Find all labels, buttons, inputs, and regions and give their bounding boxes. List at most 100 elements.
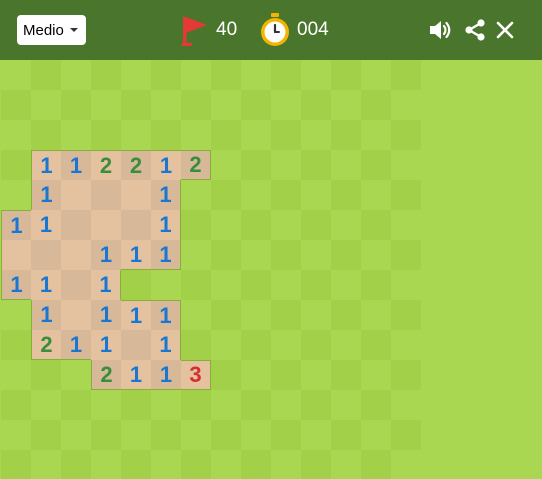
covered-cell[interactable] xyxy=(151,450,181,479)
covered-cell[interactable] xyxy=(331,330,361,360)
covered-cell[interactable] xyxy=(361,120,391,150)
covered-cell[interactable] xyxy=(301,330,331,360)
covered-cell[interactable] xyxy=(361,300,391,330)
covered-cell[interactable] xyxy=(271,390,301,420)
covered-cell[interactable] xyxy=(61,420,91,450)
covered-cell[interactable] xyxy=(151,390,181,420)
covered-cell[interactable] xyxy=(181,390,211,420)
covered-cell[interactable] xyxy=(271,90,301,120)
covered-cell[interactable] xyxy=(211,180,241,210)
covered-cell[interactable] xyxy=(1,300,31,330)
covered-cell[interactable] xyxy=(91,90,121,120)
covered-cell[interactable] xyxy=(151,60,181,90)
covered-cell[interactable] xyxy=(181,330,211,360)
covered-cell[interactable] xyxy=(31,90,61,120)
covered-cell[interactable] xyxy=(181,210,211,240)
covered-cell[interactable] xyxy=(1,420,31,450)
covered-cell[interactable] xyxy=(181,240,211,270)
covered-cell[interactable] xyxy=(361,390,391,420)
covered-cell[interactable] xyxy=(271,450,301,479)
covered-cell[interactable] xyxy=(271,180,301,210)
covered-cell[interactable] xyxy=(241,90,271,120)
covered-cell[interactable] xyxy=(331,90,361,120)
covered-cell[interactable] xyxy=(361,90,391,120)
covered-cell[interactable] xyxy=(211,150,241,180)
covered-cell[interactable] xyxy=(361,240,391,270)
covered-cell[interactable] xyxy=(121,60,151,90)
covered-cell[interactable] xyxy=(211,420,241,450)
covered-cell[interactable] xyxy=(1,390,31,420)
covered-cell[interactable] xyxy=(211,60,241,90)
covered-cell[interactable] xyxy=(91,450,121,479)
covered-cell[interactable] xyxy=(181,120,211,150)
covered-cell[interactable] xyxy=(1,120,31,150)
covered-cell[interactable] xyxy=(31,60,61,90)
covered-cell[interactable] xyxy=(241,210,271,240)
covered-cell[interactable] xyxy=(121,270,151,300)
covered-cell[interactable] xyxy=(391,150,421,180)
covered-cell[interactable] xyxy=(331,420,361,450)
covered-cell[interactable] xyxy=(181,270,211,300)
covered-cell[interactable] xyxy=(301,360,331,390)
covered-cell[interactable] xyxy=(271,270,301,300)
covered-cell[interactable] xyxy=(301,270,331,300)
covered-cell[interactable] xyxy=(391,90,421,120)
covered-cell[interactable] xyxy=(241,360,271,390)
covered-cell[interactable] xyxy=(241,240,271,270)
covered-cell[interactable] xyxy=(241,300,271,330)
covered-cell[interactable] xyxy=(31,360,61,390)
covered-cell[interactable] xyxy=(1,450,31,479)
covered-cell[interactable] xyxy=(391,300,421,330)
covered-cell[interactable] xyxy=(391,360,421,390)
covered-cell[interactable] xyxy=(121,390,151,420)
covered-cell[interactable] xyxy=(361,150,391,180)
covered-cell[interactable] xyxy=(181,90,211,120)
covered-cell[interactable] xyxy=(151,420,181,450)
covered-cell[interactable] xyxy=(391,120,421,150)
difficulty-dropdown[interactable]: Medio xyxy=(17,15,86,45)
covered-cell[interactable] xyxy=(181,180,211,210)
covered-cell[interactable] xyxy=(61,450,91,479)
covered-cell[interactable] xyxy=(31,420,61,450)
covered-cell[interactable] xyxy=(1,180,31,210)
covered-cell[interactable] xyxy=(211,390,241,420)
covered-cell[interactable] xyxy=(271,150,301,180)
covered-cell[interactable] xyxy=(91,120,121,150)
covered-cell[interactable] xyxy=(361,180,391,210)
covered-cell[interactable] xyxy=(271,60,301,90)
covered-cell[interactable] xyxy=(301,120,331,150)
minesweeper-board[interactable]: 11221211111111111111121112113 xyxy=(0,60,542,479)
covered-cell[interactable] xyxy=(241,270,271,300)
covered-cell[interactable] xyxy=(211,240,241,270)
covered-cell[interactable] xyxy=(301,210,331,240)
speaker-icon[interactable] xyxy=(427,17,453,43)
covered-cell[interactable] xyxy=(241,60,271,90)
covered-cell[interactable] xyxy=(211,330,241,360)
covered-cell[interactable] xyxy=(1,60,31,90)
covered-cell[interactable] xyxy=(31,120,61,150)
covered-cell[interactable] xyxy=(121,90,151,120)
covered-cell[interactable] xyxy=(271,330,301,360)
covered-cell[interactable] xyxy=(301,90,331,120)
covered-cell[interactable] xyxy=(1,90,31,120)
covered-cell[interactable] xyxy=(121,420,151,450)
covered-cell[interactable] xyxy=(301,60,331,90)
covered-cell[interactable] xyxy=(211,270,241,300)
covered-cell[interactable] xyxy=(331,360,361,390)
covered-cell[interactable] xyxy=(151,90,181,120)
covered-cell[interactable] xyxy=(61,390,91,420)
covered-cell[interactable] xyxy=(271,210,301,240)
covered-cell[interactable] xyxy=(181,420,211,450)
covered-cell[interactable] xyxy=(61,90,91,120)
covered-cell[interactable] xyxy=(301,180,331,210)
covered-cell[interactable] xyxy=(211,210,241,240)
covered-cell[interactable] xyxy=(331,210,361,240)
covered-cell[interactable] xyxy=(361,420,391,450)
covered-cell[interactable] xyxy=(301,150,331,180)
covered-cell[interactable] xyxy=(391,330,421,360)
covered-cell[interactable] xyxy=(361,270,391,300)
covered-cell[interactable] xyxy=(121,450,151,479)
covered-cell[interactable] xyxy=(331,60,361,90)
close-icon[interactable] xyxy=(492,17,518,43)
covered-cell[interactable] xyxy=(361,210,391,240)
